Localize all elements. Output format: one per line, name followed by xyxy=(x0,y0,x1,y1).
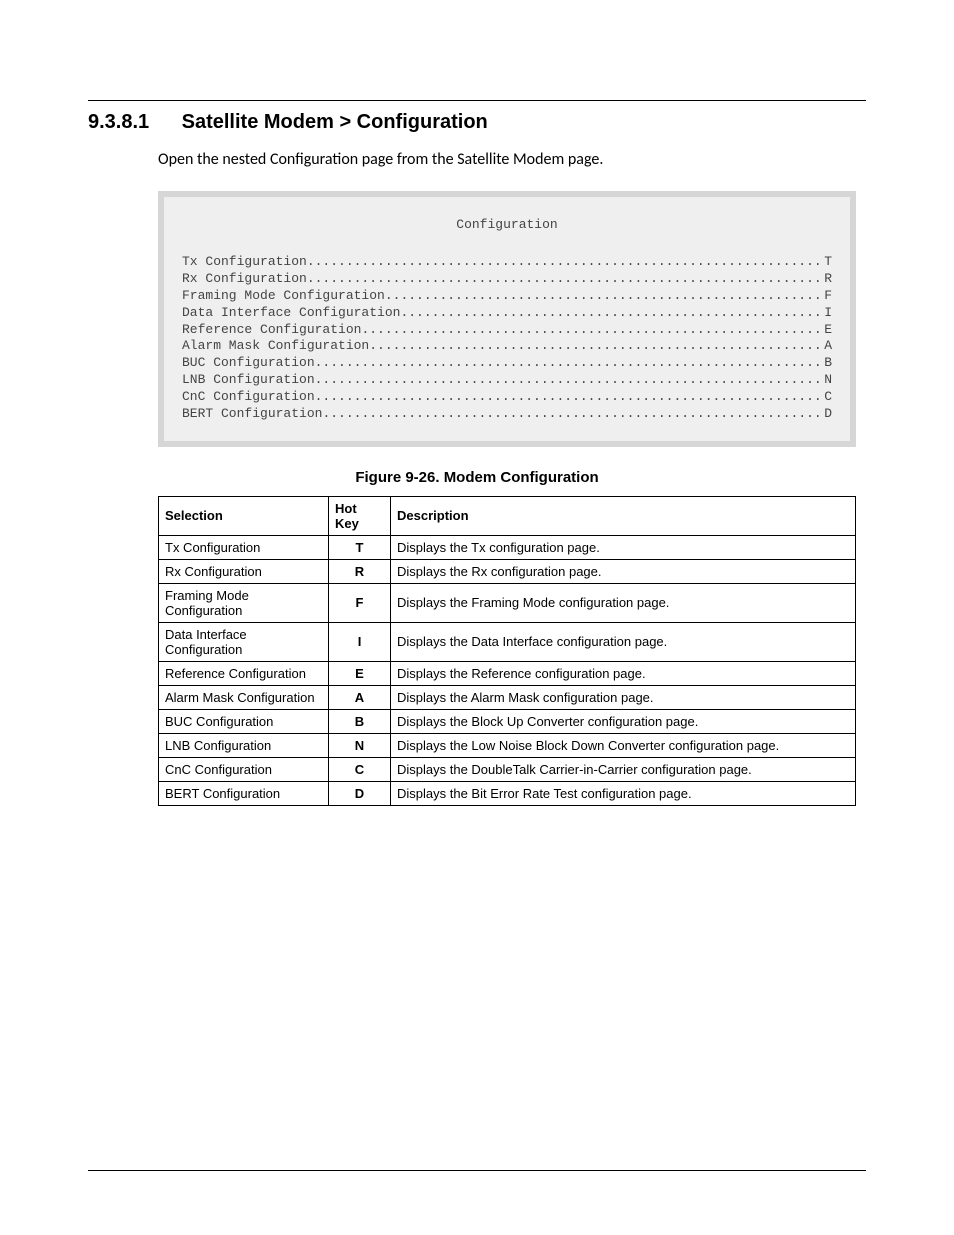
terminal-menu-item: Rx Configuration........................… xyxy=(182,271,832,288)
terminal-menu-item: BUC Configuration.......................… xyxy=(182,355,832,372)
cell-description: Displays the DoubleTalk Carrier-in-Carri… xyxy=(391,757,856,781)
cell-description: Displays the Framing Mode configuration … xyxy=(391,583,856,622)
leader-dots: ........................................… xyxy=(369,338,824,355)
cell-selection: BUC Configuration xyxy=(159,709,329,733)
cell-hotkey: B xyxy=(329,709,391,733)
th-selection: Selection xyxy=(159,496,329,535)
terminal-menu-label: BUC Configuration xyxy=(182,355,315,372)
table-row: Data Interface ConfigurationIDisplays th… xyxy=(159,622,856,661)
cell-hotkey: I xyxy=(329,622,391,661)
terminal-title: Configuration xyxy=(182,217,832,232)
section-number: 9.3.8.1 xyxy=(88,111,149,134)
terminal-menu-label: Data Interface Configuration xyxy=(182,305,400,322)
terminal-menu-item: Data Interface Configuration............… xyxy=(182,305,832,322)
terminal-menu-hotkey: R xyxy=(824,271,832,288)
table-row: Framing Mode ConfigurationFDisplays the … xyxy=(159,583,856,622)
terminal-menu-item: Reference Configuration.................… xyxy=(182,322,832,339)
cell-selection: BERT Configuration xyxy=(159,781,329,805)
cell-hotkey: R xyxy=(329,559,391,583)
terminal-menu-label: CnC Configuration xyxy=(182,389,315,406)
terminal-screenshot: Configuration Tx Configuration..........… xyxy=(158,191,856,447)
cell-selection: Tx Configuration xyxy=(159,535,329,559)
leader-dots: ........................................… xyxy=(315,389,825,406)
table-header-row: Selection Hot Key Description xyxy=(159,496,856,535)
leader-dots: ........................................… xyxy=(361,322,824,339)
terminal-menu-hotkey: I xyxy=(824,305,832,322)
cell-description: Displays the Tx configuration page. xyxy=(391,535,856,559)
document-page: 9.3.8.1 Satellite Modem > Configuration … xyxy=(0,0,954,866)
cell-selection: Alarm Mask Configuration xyxy=(159,685,329,709)
table-row: Alarm Mask ConfigurationADisplays the Al… xyxy=(159,685,856,709)
cell-selection: Data Interface Configuration xyxy=(159,622,329,661)
cell-hotkey: D xyxy=(329,781,391,805)
cell-selection: Rx Configuration xyxy=(159,559,329,583)
leader-dots: ........................................… xyxy=(400,305,824,322)
table-row: Rx ConfigurationRDisplays the Rx configu… xyxy=(159,559,856,583)
cell-description: Displays the Data Interface configuratio… xyxy=(391,622,856,661)
cell-hotkey: C xyxy=(329,757,391,781)
table-row: BERT ConfigurationDDisplays the Bit Erro… xyxy=(159,781,856,805)
cell-hotkey: F xyxy=(329,583,391,622)
terminal-menu-hotkey: C xyxy=(824,389,832,406)
th-description: Description xyxy=(391,496,856,535)
cell-description: Displays the Rx configuration page. xyxy=(391,559,856,583)
cell-description: Displays the Block Up Converter configur… xyxy=(391,709,856,733)
table-row: BUC ConfigurationBDisplays the Block Up … xyxy=(159,709,856,733)
terminal-menu-hotkey: N xyxy=(824,372,832,389)
cell-selection: LNB Configuration xyxy=(159,733,329,757)
leader-dots: ........................................… xyxy=(315,355,825,372)
terminal-menu-hotkey: A xyxy=(824,338,832,355)
cell-hotkey: E xyxy=(329,661,391,685)
top-rule xyxy=(88,100,866,101)
config-table-wrapper: Selection Hot Key Description Tx Configu… xyxy=(158,496,856,806)
table-row: Tx ConfigurationTDisplays the Tx configu… xyxy=(159,535,856,559)
terminal-menu-hotkey: B xyxy=(824,355,832,372)
figure-caption: Figure 9-26. Modem Configuration xyxy=(88,469,866,486)
leader-dots: ........................................… xyxy=(385,288,824,305)
terminal-menu-hotkey: T xyxy=(824,254,832,271)
terminal-menu-item: CnC Configuration.......................… xyxy=(182,389,832,406)
cell-description: Displays the Bit Error Rate Test configu… xyxy=(391,781,856,805)
section-title: Satellite Modem > Configuration xyxy=(182,111,488,133)
terminal-menu-label: Rx Configuration xyxy=(182,271,307,288)
terminal-menu-hotkey: E xyxy=(824,322,832,339)
cell-hotkey: T xyxy=(329,535,391,559)
terminal-menu-label: Framing Mode Configuration xyxy=(182,288,385,305)
cell-selection: Framing Mode Configuration xyxy=(159,583,329,622)
terminal-menu-item: LNB Configuration.......................… xyxy=(182,372,832,389)
th-hotkey: Hot Key xyxy=(329,496,391,535)
leader-dots: ........................................… xyxy=(315,372,825,389)
leader-dots: ........................................… xyxy=(307,254,824,271)
terminal-menu-label: LNB Configuration xyxy=(182,372,315,389)
section-heading: 9.3.8.1 Satellite Modem > Configuration xyxy=(88,111,866,134)
table-row: CnC ConfigurationCDisplays the DoubleTal… xyxy=(159,757,856,781)
cell-description: Displays the Alarm Mask configuration pa… xyxy=(391,685,856,709)
terminal-menu-item: Tx Configuration........................… xyxy=(182,254,832,271)
terminal-menu-label: Alarm Mask Configuration xyxy=(182,338,369,355)
leader-dots: ........................................… xyxy=(322,406,824,423)
terminal-menu-hotkey: D xyxy=(824,406,832,423)
footer-rule xyxy=(88,1170,866,1171)
intro-text: Open the nested Configuration page from … xyxy=(158,150,866,169)
leader-dots: ........................................… xyxy=(307,271,824,288)
config-table: Selection Hot Key Description Tx Configu… xyxy=(158,496,856,806)
cell-selection: Reference Configuration xyxy=(159,661,329,685)
terminal-menu-label: Tx Configuration xyxy=(182,254,307,271)
terminal-menu-label: BERT Configuration xyxy=(182,406,322,423)
cell-selection: CnC Configuration xyxy=(159,757,329,781)
terminal-menu-hotkey: F xyxy=(824,288,832,305)
terminal-menu-item: Alarm Mask Configuration................… xyxy=(182,338,832,355)
cell-description: Displays the Reference configuration pag… xyxy=(391,661,856,685)
cell-hotkey: A xyxy=(329,685,391,709)
terminal-menu-item: Framing Mode Configuration..............… xyxy=(182,288,832,305)
cell-description: Displays the Low Noise Block Down Conver… xyxy=(391,733,856,757)
terminal-menu-label: Reference Configuration xyxy=(182,322,361,339)
table-body: Tx ConfigurationTDisplays the Tx configu… xyxy=(159,535,856,805)
terminal-menu-list: Tx Configuration........................… xyxy=(182,254,832,423)
terminal-menu-item: BERT Configuration......................… xyxy=(182,406,832,423)
cell-hotkey: N xyxy=(329,733,391,757)
table-row: Reference ConfigurationEDisplays the Ref… xyxy=(159,661,856,685)
table-row: LNB ConfigurationNDisplays the Low Noise… xyxy=(159,733,856,757)
